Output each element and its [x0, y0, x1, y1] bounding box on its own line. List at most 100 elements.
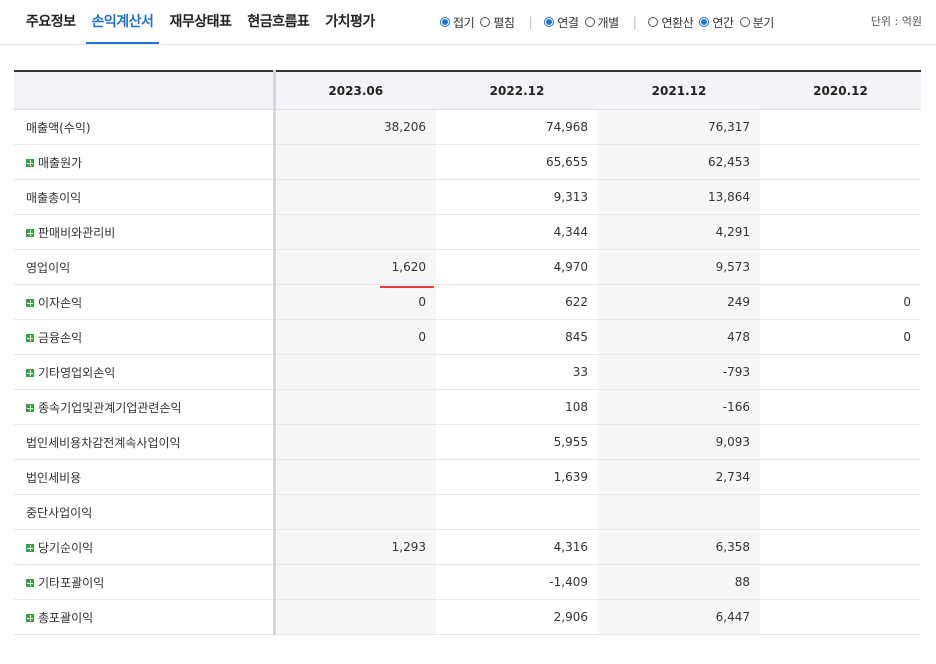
- option-consolidated[interactable]: 연결: [544, 14, 579, 31]
- expand-plus-icon[interactable]: [26, 299, 34, 307]
- header-cell: 2022.12: [436, 70, 598, 110]
- header-cell: [14, 70, 276, 110]
- row-label-cell[interactable]: 당기순이익: [14, 529, 276, 565]
- option-label: 연결: [557, 15, 579, 30]
- expand-plus-icon[interactable]: [26, 229, 34, 237]
- expand-plus-icon[interactable]: [26, 334, 34, 342]
- value-cell: 2,734: [598, 459, 760, 495]
- value-cell: [274, 564, 436, 600]
- row-label-cell[interactable]: 매출원가: [14, 144, 276, 180]
- expand-plus-icon[interactable]: [26, 404, 34, 412]
- expand-plus-icon[interactable]: [26, 579, 34, 587]
- value-cell: [760, 494, 921, 530]
- value-cell: 62,453: [598, 144, 760, 180]
- value-cell: 38,206: [274, 109, 436, 145]
- option-collapse[interactable]: 접기: [440, 14, 475, 31]
- row-label: 종속기업및관계기업관련손익: [38, 400, 182, 415]
- value-cell: [274, 459, 436, 495]
- table-row: 판매비와관리비 4,344 4,291: [14, 214, 921, 250]
- tab-balance-sheet[interactable]: 재무상태표: [163, 0, 237, 44]
- row-label-cell[interactable]: 기타포괄이익: [14, 564, 276, 600]
- value-cell: 5,955: [436, 424, 598, 460]
- value-cell: [760, 144, 921, 180]
- radio-icon[interactable]: [699, 17, 710, 27]
- tab-cash-flow[interactable]: 현금흐름표: [241, 0, 315, 44]
- table-row: 당기순이익 1,293 4,316 6,358: [14, 529, 921, 565]
- row-label-cell[interactable]: 기타영업외손익: [14, 354, 276, 390]
- value-cell: 622: [436, 284, 598, 320]
- row-label-cell[interactable]: 종속기업및관계기업관련손익: [14, 389, 276, 425]
- row-label-cell[interactable]: 총포괄이익: [14, 599, 276, 635]
- statement-tabs: 주요정보 손익계산서 재무상태표 현금흐름표 가치평가: [20, 0, 385, 44]
- option-annual[interactable]: 연간: [699, 14, 734, 31]
- value-cell: 9,093: [598, 424, 760, 460]
- value-cell: [760, 214, 921, 250]
- expand-plus-icon[interactable]: [26, 369, 34, 377]
- value-cell: [598, 494, 760, 530]
- header-cell: 2020.12: [760, 70, 921, 110]
- value-cell: 76,317: [598, 109, 760, 145]
- row-label-cell[interactable]: 금융손익: [14, 319, 276, 355]
- value-cell: 6,447: [598, 599, 760, 635]
- row-label-cell: 중단사업이익: [14, 494, 276, 530]
- radio-icon[interactable]: [648, 17, 659, 27]
- table-row: 매출원가 65,655 62,453: [14, 144, 921, 180]
- tab-income-statement[interactable]: 손익계산서: [85, 0, 160, 44]
- row-label: 총포괄이익: [38, 610, 94, 625]
- value-cell: 65,655: [436, 144, 598, 180]
- table-row: 중단사업이익: [14, 494, 921, 530]
- value-cell: 4,316: [436, 529, 598, 565]
- value-cell: -1,409: [436, 564, 598, 600]
- value-cell: 845: [436, 319, 598, 355]
- value-cell: 1,293: [274, 529, 436, 565]
- radio-icon[interactable]: [480, 17, 491, 27]
- table-row: 금융손익 0 845 478 0: [14, 319, 921, 355]
- tab-main-info[interactable]: 주요정보: [20, 0, 82, 44]
- table-row: 기타영업외손익 33 -793: [14, 354, 921, 390]
- view-options: 접기 펼침 | 연결 개별 | 연환산 연간 분기: [440, 0, 780, 44]
- option-expand[interactable]: 펼침: [480, 14, 515, 31]
- value-cell: 478: [598, 319, 760, 355]
- value-cell: 1,620: [274, 249, 436, 285]
- table-row: 종속기업및관계기업관련손익 108 -166: [14, 389, 921, 425]
- row-label-cell: 법인세비용차감전계속사업이익: [14, 424, 276, 460]
- radio-icon[interactable]: [440, 17, 450, 27]
- value-cell: [274, 144, 436, 180]
- expand-plus-icon[interactable]: [26, 544, 34, 552]
- value-cell: [760, 179, 921, 215]
- value-cell: [760, 249, 921, 285]
- value-cell: [760, 389, 921, 425]
- value-cell: 0: [274, 284, 436, 320]
- row-label: 영업이익: [26, 260, 71, 275]
- value-cell: [760, 354, 921, 390]
- expand-plus-icon[interactable]: [26, 614, 34, 622]
- row-label: 기타포괄이익: [38, 575, 105, 590]
- row-label-cell: 영업이익: [14, 249, 276, 285]
- expand-plus-icon[interactable]: [26, 159, 34, 167]
- value-cell: 1,639: [436, 459, 598, 495]
- table-row: 영업이익 1,620 4,970 9,573: [14, 249, 921, 285]
- option-quarterly[interactable]: 분기: [739, 14, 774, 31]
- row-label: 금융손익: [38, 330, 83, 345]
- row-label-cell[interactable]: 판매비와관리비: [14, 214, 276, 250]
- row-label-cell[interactable]: 이자손익: [14, 284, 276, 320]
- value-cell: [274, 354, 436, 390]
- value-cell: [274, 214, 436, 250]
- radio-icon[interactable]: [739, 17, 750, 27]
- radio-icon[interactable]: [544, 17, 555, 27]
- tab-valuation[interactable]: 가치평가: [319, 0, 381, 44]
- option-separate[interactable]: 개별: [584, 14, 619, 31]
- header-cell: 2023.06: [274, 70, 436, 110]
- option-label: 연환산: [661, 15, 694, 30]
- value-cell: 0: [760, 319, 921, 355]
- value-cell: [274, 389, 436, 425]
- value-cell: -166: [598, 389, 760, 425]
- radio-icon[interactable]: [584, 17, 595, 27]
- value-cell: [274, 424, 436, 460]
- row-label: 법인세비용: [26, 470, 82, 485]
- value-cell: 108: [436, 389, 598, 425]
- option-label: 연간: [712, 15, 734, 30]
- table-row: 매출총이익 9,313 13,864: [14, 179, 921, 215]
- option-annualized[interactable]: 연환산: [648, 14, 694, 31]
- row-label-cell: 매출총이익: [14, 179, 276, 215]
